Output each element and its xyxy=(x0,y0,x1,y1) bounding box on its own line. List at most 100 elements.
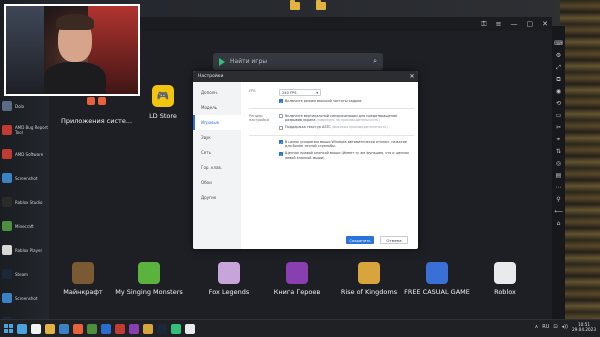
settings-nav-item[interactable]: Другие xyxy=(193,190,241,205)
toolbar-tool-icon[interactable]: ⟲ xyxy=(556,100,561,108)
fps-dropdown[interactable]: 240 FPS ▾ xyxy=(279,89,321,96)
desktop-shortcut[interactable]: AMD Bug Report Tool xyxy=(2,119,50,141)
maximize-icon[interactable]: ▢ xyxy=(527,20,534,28)
toolbar-tool-icon[interactable]: ⌖ xyxy=(557,136,560,144)
keyboard-icon[interactable]: ⚿ xyxy=(481,20,486,28)
toolbar-tool-icon[interactable]: ⧉ xyxy=(556,76,560,84)
settings-nav-item[interactable]: Модель xyxy=(193,100,241,115)
play-store-icon xyxy=(219,57,225,66)
taskbar-app-icon[interactable] xyxy=(87,323,97,334)
toolbar-tool-icon[interactable]: ⋯ xyxy=(556,184,562,192)
app-dock: Майнкрафт My Singing Monsters Fox Legends К… xyxy=(49,262,552,312)
dock-app-label: Roblox xyxy=(494,288,516,296)
dock-app[interactable]: My Singing Monsters xyxy=(109,262,189,296)
tray-item-icon[interactable]: RU xyxy=(542,324,549,330)
taskbar-app-icon[interactable] xyxy=(59,323,69,334)
app-icon xyxy=(358,262,380,284)
checkbox-checked-icon[interactable]: ✓ xyxy=(279,151,283,157)
cancel-button[interactable]: Отмена xyxy=(380,236,408,244)
tray-item-icon[interactable]: ◂)) xyxy=(562,324,568,330)
taskbar-app-icon[interactable] xyxy=(45,323,55,334)
checkbox-checked-icon[interactable]: ✓ xyxy=(279,140,283,145)
settings-header: Настройки ✕ xyxy=(193,71,418,82)
taskbar-app-icon[interactable] xyxy=(171,323,181,334)
app-icon xyxy=(2,149,12,159)
close-icon[interactable]: ✕ xyxy=(542,20,548,28)
folder-icon[interactable] xyxy=(290,0,300,10)
mouse-row: ✓ В целях ускорения мыши Windows автомат… xyxy=(249,140,414,160)
desktop-shortcut-label: AMD Bug Report Tool xyxy=(15,125,48,135)
settings-nav-item[interactable]: Сеть xyxy=(193,145,241,160)
desktop-shortcut[interactable]: Minecraft xyxy=(2,215,50,237)
system-apps-label: Приложения систе... xyxy=(61,117,133,125)
astc-checkbox[interactable]: Поддержка текстур ASTC (высокая производ… xyxy=(279,125,414,130)
settings-nav-item[interactable]: Звук xyxy=(193,130,241,145)
toolbar-tool-icon[interactable]: ⌨ xyxy=(554,40,563,48)
win-accel-checkbox[interactable]: ✓ В целях ускорения мыши Windows автомат… xyxy=(279,140,414,148)
toolbar-tool-icon[interactable]: ▭ xyxy=(556,112,562,120)
toolbar-tool-icon[interactable]: ⇅ xyxy=(556,148,561,156)
clock[interactable]: 10:51 29.04.2023 xyxy=(572,322,596,332)
ld-store-shortcut[interactable]: 🎮 LD Store xyxy=(145,85,181,120)
desktop-shortcut[interactable]: Roblox Studio xyxy=(2,191,50,213)
desktop-shortcut[interactable]: Screenshot xyxy=(2,167,50,189)
search-icon[interactable]: ⌕ xyxy=(373,57,377,66)
settings-nav-item[interactable]: Дополн. xyxy=(193,85,241,100)
taskbar-app-icon[interactable] xyxy=(101,323,111,334)
desktop-shortcut[interactable]: Roblox Player xyxy=(2,239,50,261)
right-click-checkbox[interactable]: ✓ Щелчок правой кнопкой мыши (Имеет ту ж… xyxy=(279,151,414,160)
checkbox-checked-icon[interactable]: ✓ xyxy=(279,99,283,104)
taskbar-app-icon[interactable] xyxy=(17,323,27,334)
taskbar-app-icon[interactable] xyxy=(31,323,41,334)
system-apps-shortcut[interactable]: Приложения систе... xyxy=(61,97,133,125)
toolbar-tool-icon[interactable]: ◎ xyxy=(556,160,561,168)
toolbar-tool-icon[interactable]: ⚙ xyxy=(556,52,561,60)
settings-nav-item[interactable]: Игровые xyxy=(193,115,241,130)
desktop-shortcut[interactable]: AMD Software xyxy=(2,143,50,165)
tray-item-icon[interactable]: ⊡ xyxy=(553,324,557,330)
menu-icon[interactable]: ≡ xyxy=(496,20,502,28)
desktop-shortcut-label: Roblox Studio xyxy=(15,199,43,205)
toolbar-tool-icon[interactable]: ▤ xyxy=(556,172,562,180)
system-tray: ∧ RU ⊡ ◂)) 10:51 29.04.2023 xyxy=(535,322,596,332)
settings-content: FPS 240 FPS ▾ ✓ Включите режим высокой ч… xyxy=(249,89,414,164)
taskbar-app-icon[interactable] xyxy=(73,323,83,334)
desktop-shortcut-label: Screenshot xyxy=(15,175,38,181)
taskbar-app-icon[interactable] xyxy=(157,323,167,334)
dock-app-label: Книга Героев xyxy=(273,288,321,296)
settings-nav-item[interactable]: Гор. клав. xyxy=(193,160,241,175)
dialog-buttons: Сохранить Отмена xyxy=(346,236,408,244)
vsync-checkbox[interactable]: Включите вертикальной синхронизации для … xyxy=(279,114,414,122)
taskbar-app-icon[interactable] xyxy=(129,323,139,334)
taskbar-app-icon[interactable] xyxy=(143,323,153,334)
save-button[interactable]: Сохранить xyxy=(346,236,374,244)
toolbar-tool-icon[interactable]: ⟵ xyxy=(554,208,563,216)
settings-nav-item[interactable]: Обои xyxy=(193,175,241,190)
taskbar-app-icon[interactable] xyxy=(115,323,125,334)
tray-item-icon[interactable]: ∧ xyxy=(535,324,539,330)
app-icon xyxy=(2,101,12,111)
toolbar-tool-icon[interactable]: ◉ xyxy=(556,88,561,96)
high-fps-checkbox[interactable]: ✓ Включите режим высокой частоты кадров xyxy=(279,99,414,104)
toolbar-tool-icon[interactable]: ⚲ xyxy=(556,196,560,204)
dock-app[interactable]: Книга Героев xyxy=(257,262,337,296)
taskbar-app-icon[interactable] xyxy=(185,323,195,334)
close-icon[interactable]: ✕ xyxy=(406,73,418,80)
system-apps-icon xyxy=(86,97,106,111)
desktop-shortcut[interactable]: Dolo xyxy=(2,95,50,117)
toolbar-tool-icon[interactable]: ⌂ xyxy=(557,220,561,228)
dock-app[interactable]: Roblox xyxy=(465,262,545,296)
app-icon xyxy=(218,262,240,284)
fps-row: FPS 240 FPS ▾ ✓ Включите режим высокой ч… xyxy=(249,89,414,104)
checkbox-unchecked-icon[interactable] xyxy=(279,114,283,119)
windows-start-icon[interactable] xyxy=(4,324,13,333)
app-icon xyxy=(2,125,12,135)
toolbar-tool-icon[interactable]: ✂ xyxy=(556,124,561,132)
minimize-icon[interactable]: — xyxy=(511,20,518,28)
game-search-bar[interactable]: Найти игры ⌕ xyxy=(213,53,383,70)
desktop-shortcut-label: AMD Software xyxy=(15,151,44,157)
folder-icon[interactable] xyxy=(316,0,326,10)
checkbox-unchecked-icon[interactable] xyxy=(279,125,283,130)
toolbar-tool-icon[interactable]: ⤢ xyxy=(556,64,561,72)
fps-value: 240 FPS xyxy=(282,90,297,95)
